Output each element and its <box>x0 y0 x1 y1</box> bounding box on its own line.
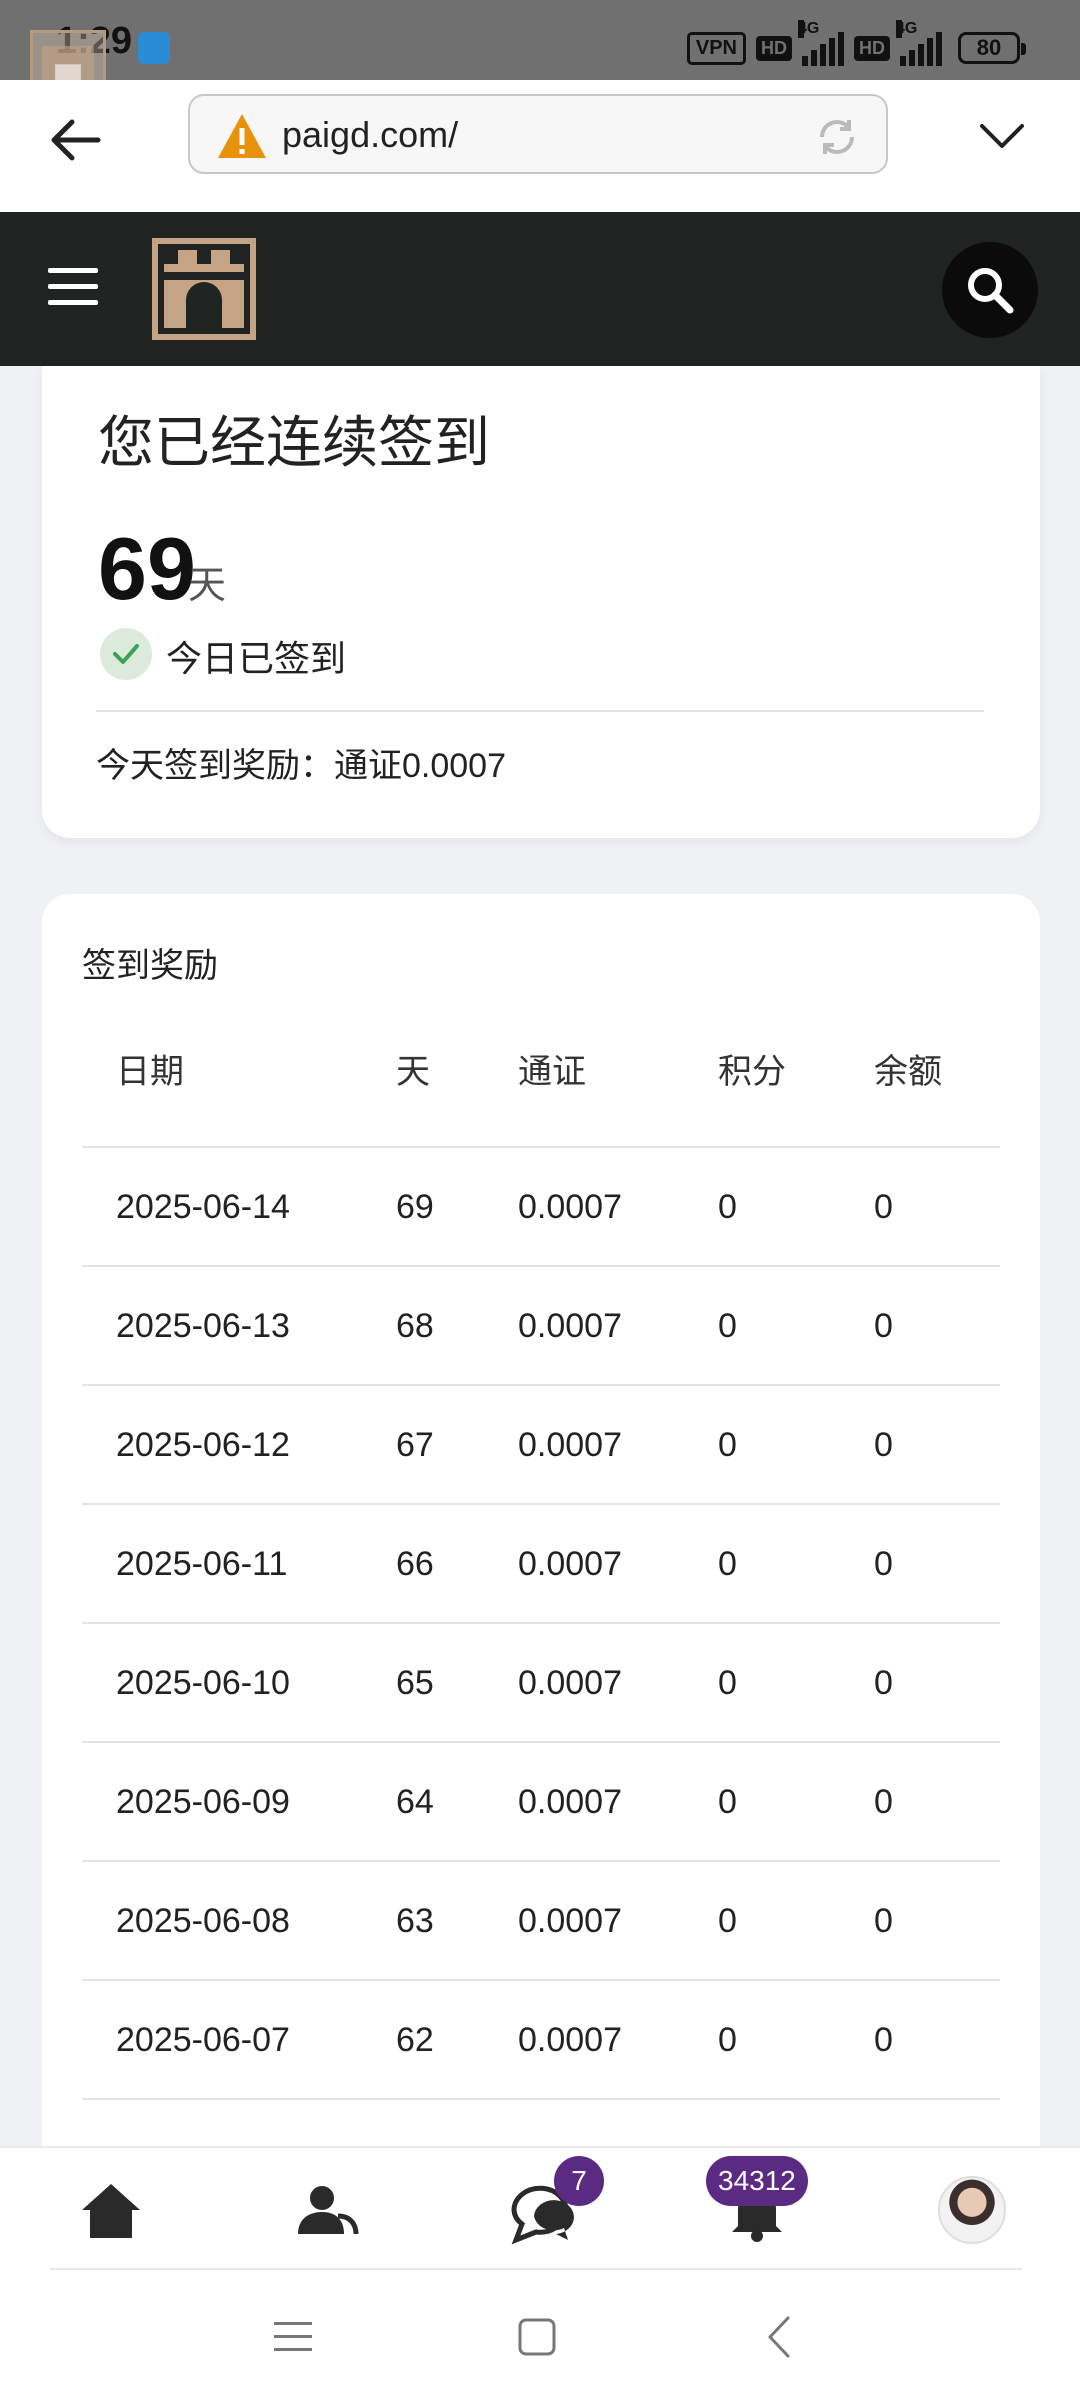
app-notification-icon <box>138 32 170 64</box>
table-row: 2025-06-12 67 0.0007 0 0 <box>82 1386 1000 1505</box>
hd-indicator: HD <box>756 35 792 61</box>
rewards-title: 签到奖励 <box>82 947 218 985</box>
signal-icon-2: 4G <box>896 20 942 66</box>
cell-balance: 0 <box>874 1426 893 1464</box>
table-row: 2025-06-13 68 0.0007 0 0 <box>82 1267 1000 1386</box>
cell-date: 2025-06-11 <box>116 1545 288 1583</box>
cell-balance: 0 <box>874 1545 893 1583</box>
cell-points: 0 <box>718 1783 737 1821</box>
status-indicators: VPN HD 4G HD 4G 80 <box>686 20 1026 66</box>
cell-date: 2025-06-10 <box>116 1664 290 1702</box>
chevron-down-icon[interactable] <box>976 116 1028 156</box>
table-row: 2025-06-14 69 0.0007 0 0 <box>82 1148 1000 1267</box>
cell-balance: 0 <box>874 1783 893 1821</box>
cell-token: 0.0007 <box>518 1664 622 1702</box>
checkin-card: 您已经连续签到 69 天 今日已签到 今天签到奖励：通证0.0007 <box>42 366 1040 838</box>
column-header-token: 通证 <box>518 1053 586 1091</box>
vpn-indicator: VPN <box>686 31 746 65</box>
cell-day: 64 <box>396 1783 434 1821</box>
cell-day: 67 <box>396 1426 434 1464</box>
messages-badge: 7 <box>554 2156 604 2206</box>
menu-icon[interactable] <box>268 2312 318 2362</box>
cell-date: 2025-06-14 <box>116 1188 290 1226</box>
table-row: 2025-06-11 66 0.0007 0 0 <box>82 1505 1000 1624</box>
network-type: 4G <box>798 20 820 38</box>
cell-date: 2025-06-12 <box>116 1426 290 1464</box>
back-chevron-icon[interactable] <box>756 2312 806 2362</box>
cell-day: 63 <box>396 1902 434 1940</box>
home-icon[interactable] <box>76 2176 146 2246</box>
search-button[interactable] <box>942 242 1038 338</box>
table-header: 日期 天 通证 积分 余额 <box>82 1016 1000 1148</box>
checkin-title: 您已经连续签到 <box>98 411 490 474</box>
table-row: 2025-06-09 64 0.0007 0 0 <box>82 1743 1000 1862</box>
streak-days: 69 <box>98 519 196 618</box>
divider <box>96 710 984 712</box>
cell-points: 0 <box>718 1545 737 1583</box>
table-row: 2025-06-07 62 0.0007 0 0 <box>82 1981 1000 2100</box>
search-icon <box>968 268 1014 314</box>
cell-points: 0 <box>718 1426 737 1464</box>
site-header <box>0 212 1080 366</box>
today-reward: 今天签到奖励：通证0.0007 <box>96 747 506 785</box>
network-type-2: 4G <box>896 20 918 38</box>
cell-points: 0 <box>718 1307 737 1345</box>
site-logo[interactable] <box>152 238 256 340</box>
cell-token: 0.0007 <box>518 1307 622 1345</box>
cell-token: 0.0007 <box>518 2021 622 2059</box>
cell-day: 66 <box>396 1545 434 1583</box>
rewards-table: 日期 天 通证 积分 余额 2025-06-14 69 0.0007 0 0 2… <box>82 1016 1000 2154</box>
cell-date: 2025-06-07 <box>116 2021 290 2059</box>
url-text[interactable]: paigd.com/ <box>282 114 458 156</box>
checkin-status: 今日已签到 <box>166 638 347 679</box>
friends-icon[interactable] <box>292 2176 362 2246</box>
cell-token: 0.0007 <box>518 1426 622 1464</box>
browser-toolbar: paigd.com/ <box>0 80 1080 212</box>
cell-token: 0.0007 <box>518 1545 622 1583</box>
table-row: 2025-06-10 65 0.0007 0 0 <box>82 1624 1000 1743</box>
avatar[interactable] <box>938 2176 1006 2244</box>
cell-points: 0 <box>718 1664 737 1702</box>
hamburger-menu-icon[interactable] <box>46 264 102 310</box>
cell-points: 0 <box>718 2021 737 2059</box>
address-bar[interactable]: paigd.com/ <box>188 94 888 174</box>
column-header-day: 天 <box>396 1053 430 1091</box>
warning-icon[interactable] <box>216 112 268 160</box>
system-nav <box>0 2270 1080 2400</box>
cell-day: 62 <box>396 2021 434 2059</box>
column-header-date: 日期 <box>116 1053 184 1091</box>
cell-balance: 0 <box>874 1902 893 1940</box>
battery-icon: 80 <box>958 32 1026 64</box>
home-square-icon[interactable] <box>512 2312 562 2362</box>
reload-icon[interactable] <box>814 114 860 160</box>
cell-day: 69 <box>396 1188 434 1226</box>
cell-token: 0.0007 <box>518 1902 622 1940</box>
status-bar: 1:29 VPN HD 4G HD 4G 80 <box>0 0 1080 106</box>
cell-token: 0.0007 <box>518 1783 622 1821</box>
table-row: 2025-06-08 63 0.0007 0 0 <box>82 1862 1000 1981</box>
notifications-badge: 34312 <box>706 2156 808 2206</box>
cell-balance: 0 <box>874 1307 893 1345</box>
cell-points: 0 <box>718 1188 737 1226</box>
checkmark-icon <box>100 628 152 680</box>
cell-date: 2025-06-08 <box>116 1902 290 1940</box>
cell-date: 2025-06-09 <box>116 1783 290 1821</box>
signal-icon: 4G <box>798 20 844 66</box>
cell-day: 68 <box>396 1307 434 1345</box>
cell-balance: 0 <box>874 1188 893 1226</box>
column-header-balance: 余额 <box>874 1053 942 1091</box>
column-header-points: 积分 <box>718 1053 786 1091</box>
cell-balance: 0 <box>874 2021 893 2059</box>
hd-indicator-2: HD <box>854 35 890 61</box>
bottom-nav: 7 34312 <box>0 2146 1080 2270</box>
rewards-card: 签到奖励 日期 天 通证 积分 余额 2025-06-14 69 0.0007 … <box>42 894 1040 2154</box>
streak-unit: 天 <box>188 565 227 607</box>
cell-date: 2025-06-13 <box>116 1307 290 1345</box>
cell-day: 65 <box>396 1664 434 1702</box>
cell-points: 0 <box>718 1902 737 1940</box>
cell-token: 0.0007 <box>518 1188 622 1226</box>
back-arrow-icon[interactable] <box>46 110 106 170</box>
cell-balance: 0 <box>874 1664 893 1702</box>
